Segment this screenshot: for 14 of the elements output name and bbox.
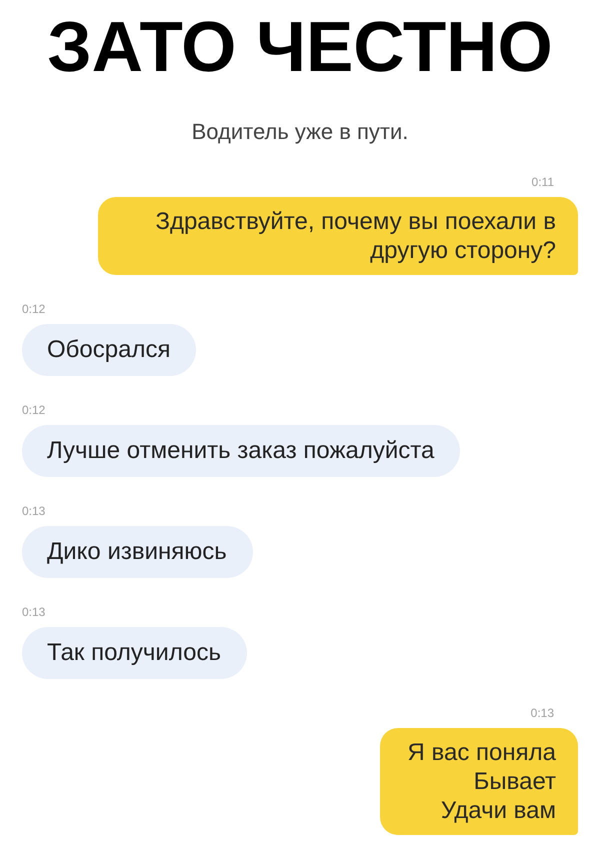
sent-message-bubble: Я вас поняла Бывает Удачи вам bbox=[380, 728, 578, 835]
received-message-bubble: Лучше отменить заказ пожалуйста bbox=[22, 425, 460, 477]
status-text: Водитель уже в пути. bbox=[192, 118, 408, 146]
received-message-bubble: Дико извиняюсь bbox=[22, 526, 253, 578]
message-time: 0:13 bbox=[22, 604, 46, 620]
sent-message-bubble: Здравствуйте, почему вы поехали в другую сторону? bbox=[98, 197, 578, 275]
message-time: 0:12 bbox=[22, 301, 46, 317]
message-time: 0:12 bbox=[22, 402, 46, 418]
meme-caption: ЗАТО ЧЕСТНО bbox=[47, 8, 553, 88]
message-time: 0:13 bbox=[530, 705, 555, 721]
message-time: 0:13 bbox=[22, 503, 46, 519]
message-time: 0:11 bbox=[532, 174, 555, 190]
received-message-bubble: Обосрался bbox=[22, 324, 196, 376]
received-message-bubble: Так получилось bbox=[22, 627, 247, 679]
